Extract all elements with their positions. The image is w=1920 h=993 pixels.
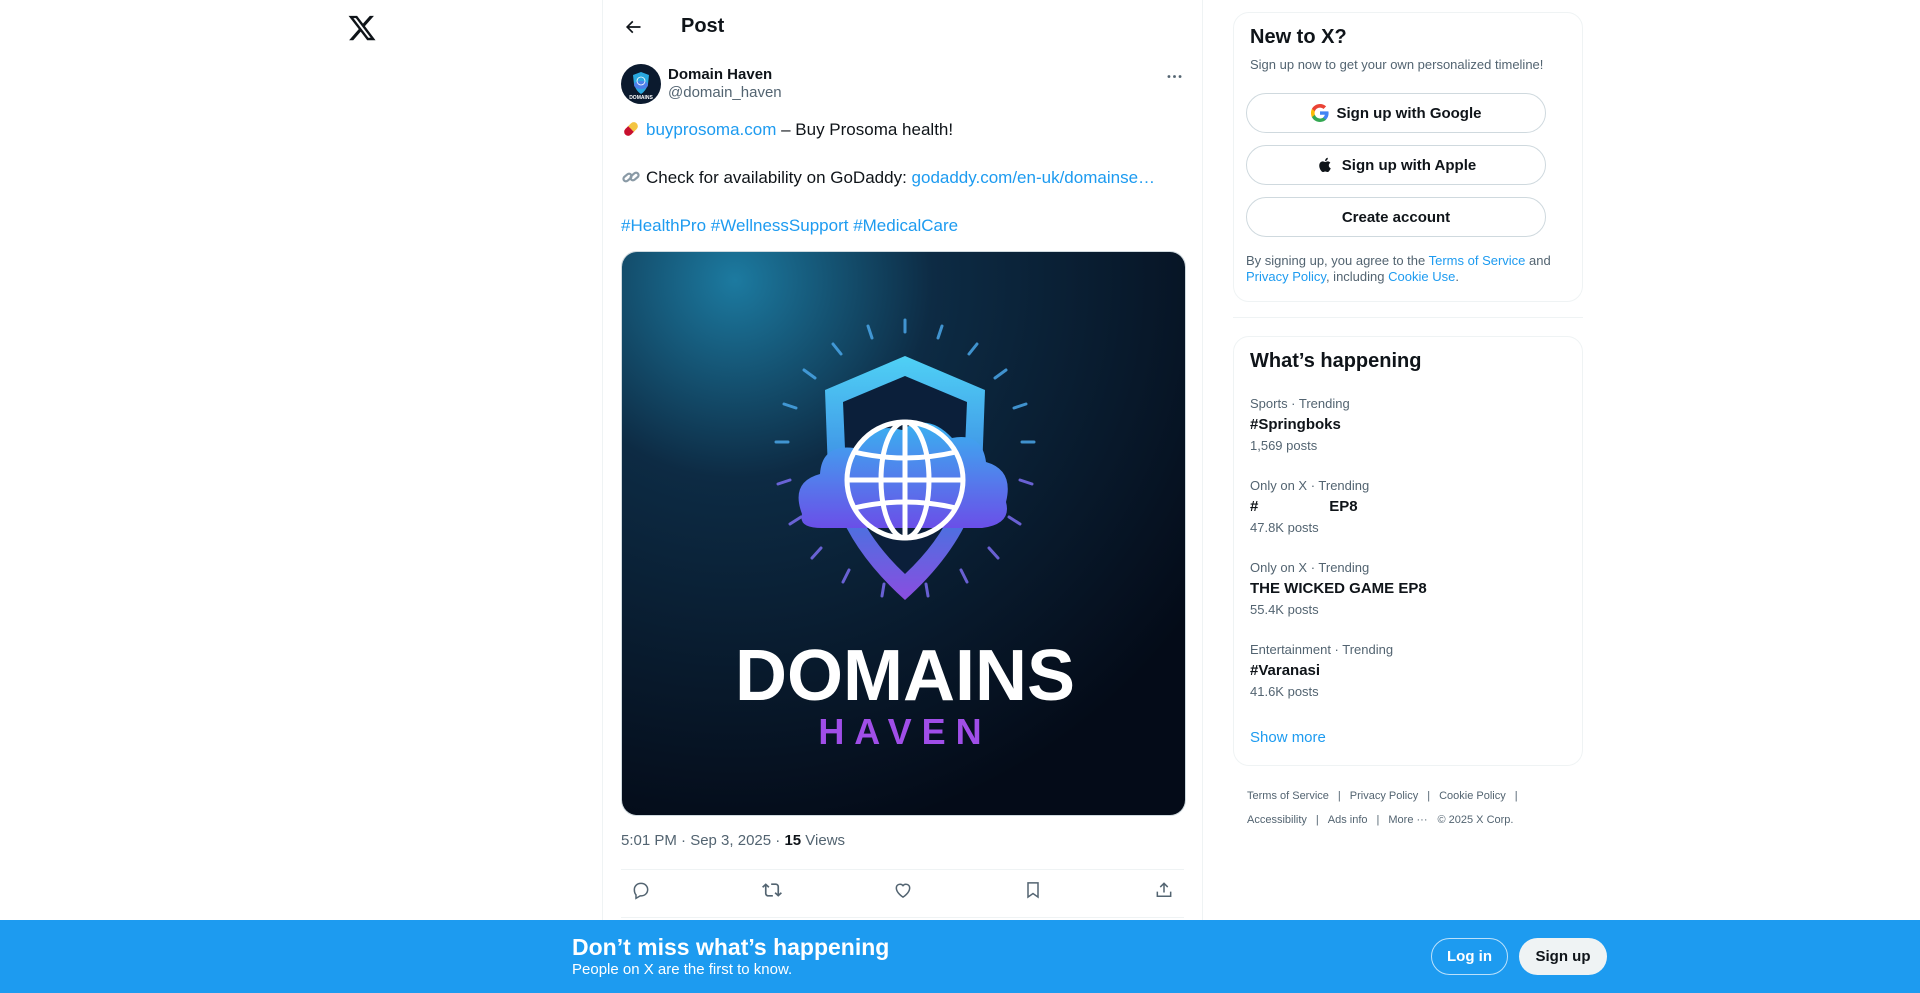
legal-text: , including xyxy=(1325,269,1389,284)
post-timestamp[interactable]: 5:01 PM · Sep 3, 2025 · xyxy=(621,832,784,849)
trend-context: Only on X · Trending xyxy=(1250,478,1370,493)
post-author[interactable]: DOMAINS Domain Haven @domain_haven xyxy=(621,64,782,104)
footer-links: Terms of Service | Privacy Policy | Cookie P… xyxy=(1247,790,1518,826)
trend-context: Entertainment · Trending xyxy=(1250,642,1394,657)
apple-icon xyxy=(1316,156,1334,174)
divider xyxy=(1233,317,1583,318)
trend-item[interactable]: Entertainment · Trending #Varanasi 41.6K… xyxy=(1250,642,1393,700)
legal-text: By signing up, you agree to the xyxy=(1246,253,1429,268)
post-actions xyxy=(621,878,1184,908)
cookie-use-link[interactable]: Cookie Use xyxy=(1388,269,1455,284)
post-text-line-2: Check for availability on GoDaddy: godad… xyxy=(621,167,1155,189)
trend-count: 55.4K posts xyxy=(1250,602,1319,617)
godaddy-link[interactable]: godaddy.com/en-uk/domainse… xyxy=(912,168,1156,187)
divider xyxy=(621,917,1184,918)
author-handle[interactable]: @domain_haven xyxy=(668,84,782,102)
signup-google-button[interactable]: Sign up with Google xyxy=(1246,93,1546,133)
footer-link-privacy[interactable]: Privacy Policy xyxy=(1350,790,1418,802)
trend-item[interactable]: Sports · Trending #Springboks 1,569 post… xyxy=(1250,396,1350,454)
footer-link-ads-info[interactable]: Ads info xyxy=(1328,814,1368,826)
share-icon[interactable] xyxy=(1152,878,1176,902)
post-text-2: Check for availability on GoDaddy: xyxy=(646,168,912,187)
post-image[interactable]: DOMAINS HAVEN xyxy=(621,251,1186,816)
login-banner: Don’t miss what’s happening People on X … xyxy=(0,920,1920,993)
pill-emoji-icon xyxy=(621,119,641,139)
signup-card-title: New to X? xyxy=(1250,26,1347,48)
back-arrow-icon[interactable] xyxy=(619,13,647,41)
hashtag-link[interactable]: #HealthPro xyxy=(621,216,706,235)
avatar[interactable]: DOMAINS xyxy=(621,64,661,104)
trend-count: 1,569 posts xyxy=(1250,438,1318,453)
footer-link-cookie[interactable]: Cookie Policy xyxy=(1439,790,1506,802)
post-text-line-1: buyprosoma.com – Buy Prosoma health! xyxy=(621,119,953,141)
image-title-text: DOMAINS xyxy=(735,636,1075,716)
signup-apple-label: Sign up with Apple xyxy=(1341,156,1477,174)
post-hashtags: #HealthPro #WellnessSupport #MedicalCare xyxy=(621,215,958,237)
more-options-icon[interactable] xyxy=(1162,64,1186,88)
main-column: Post DOMAINS Domain Haven @domain_haven … xyxy=(602,0,1203,993)
divider xyxy=(621,869,1184,870)
reply-icon[interactable] xyxy=(629,878,653,902)
footer-link-terms[interactable]: Terms of Service xyxy=(1247,790,1329,802)
trend-item[interactable]: Only on X · Trending THE WICKED GAME EP8… xyxy=(1250,560,1427,618)
trend-name: #Varanasi xyxy=(1250,662,1321,679)
trends-card: What’s happening Sports · Trending #Spri… xyxy=(1233,336,1583,766)
page-title: Post xyxy=(681,15,725,37)
trend-name: THE WICKED GAME EP8 xyxy=(1250,580,1427,597)
x-logo-icon[interactable] xyxy=(347,13,377,43)
link-emoji-icon xyxy=(621,167,641,187)
signup-card: New to X? Sign up now to get your own pe… xyxy=(1233,12,1583,302)
domain-link[interactable]: buyprosoma.com xyxy=(646,120,776,139)
views-count: 15 xyxy=(784,832,802,849)
create-account-button[interactable]: Create account xyxy=(1246,197,1546,237)
privacy-link[interactable]: Privacy Policy xyxy=(1246,269,1326,284)
trend-count: 47.8K posts xyxy=(1250,520,1319,535)
trend-item[interactable]: Only on X · Trending # EP8 47.8K posts xyxy=(1250,478,1369,536)
topbar: Post xyxy=(603,0,1202,53)
trends-title: What’s happening xyxy=(1250,350,1422,372)
hashtag-link[interactable]: #WellnessSupport xyxy=(711,216,849,235)
hashtag-link[interactable]: #MedicalCare xyxy=(853,216,958,235)
signup-card-subtitle: Sign up now to get your own personalized… xyxy=(1250,57,1544,72)
bookmark-icon[interactable] xyxy=(1021,878,1045,902)
login-button[interactable]: Log in xyxy=(1431,938,1508,975)
repost-icon[interactable] xyxy=(760,878,784,902)
post-meta: 5:01 PM · Sep 3, 2025 · 15 Views xyxy=(621,832,845,849)
image-subtitle-text: HAVEN xyxy=(818,711,991,752)
trend-context: Only on X · Trending xyxy=(1250,560,1370,575)
legal-text: and xyxy=(1525,253,1551,268)
author-display-name[interactable]: Domain Haven xyxy=(668,66,782,84)
create-account-label: Create account xyxy=(1341,208,1451,226)
post-text-1: – Buy Prosoma health! xyxy=(776,120,954,139)
banner-title: Don’t miss what’s happening xyxy=(572,934,890,960)
avatar-text: DOMAINS xyxy=(629,95,653,101)
google-icon xyxy=(1310,104,1329,122)
signup-google-label: Sign up with Google xyxy=(1336,104,1482,122)
banner-subtitle: People on X are the first to know. xyxy=(572,961,793,978)
footer-link-more[interactable]: More ··· xyxy=(1388,814,1427,826)
terms-link[interactable]: Terms of Service xyxy=(1429,253,1526,268)
trend-name: #Springboks xyxy=(1250,416,1341,433)
trend-context: Sports · Trending xyxy=(1250,396,1350,411)
signup-legal-text: By signing up, you agree to the Terms of… xyxy=(1246,253,1566,285)
show-more-link[interactable]: Show more xyxy=(1250,729,1326,746)
footer-link-accessibility[interactable]: Accessibility xyxy=(1247,814,1307,826)
signup-button[interactable]: Sign up xyxy=(1519,938,1607,975)
trend-name: # EP8 xyxy=(1250,498,1358,515)
trend-count: 41.6K posts xyxy=(1250,684,1319,699)
views-label: Views xyxy=(801,832,846,849)
signup-apple-button[interactable]: Sign up with Apple xyxy=(1246,145,1546,185)
like-heart-icon[interactable] xyxy=(891,878,915,902)
copyright: © 2025 X Corp. xyxy=(1437,814,1514,826)
legal-text: . xyxy=(1455,269,1459,284)
